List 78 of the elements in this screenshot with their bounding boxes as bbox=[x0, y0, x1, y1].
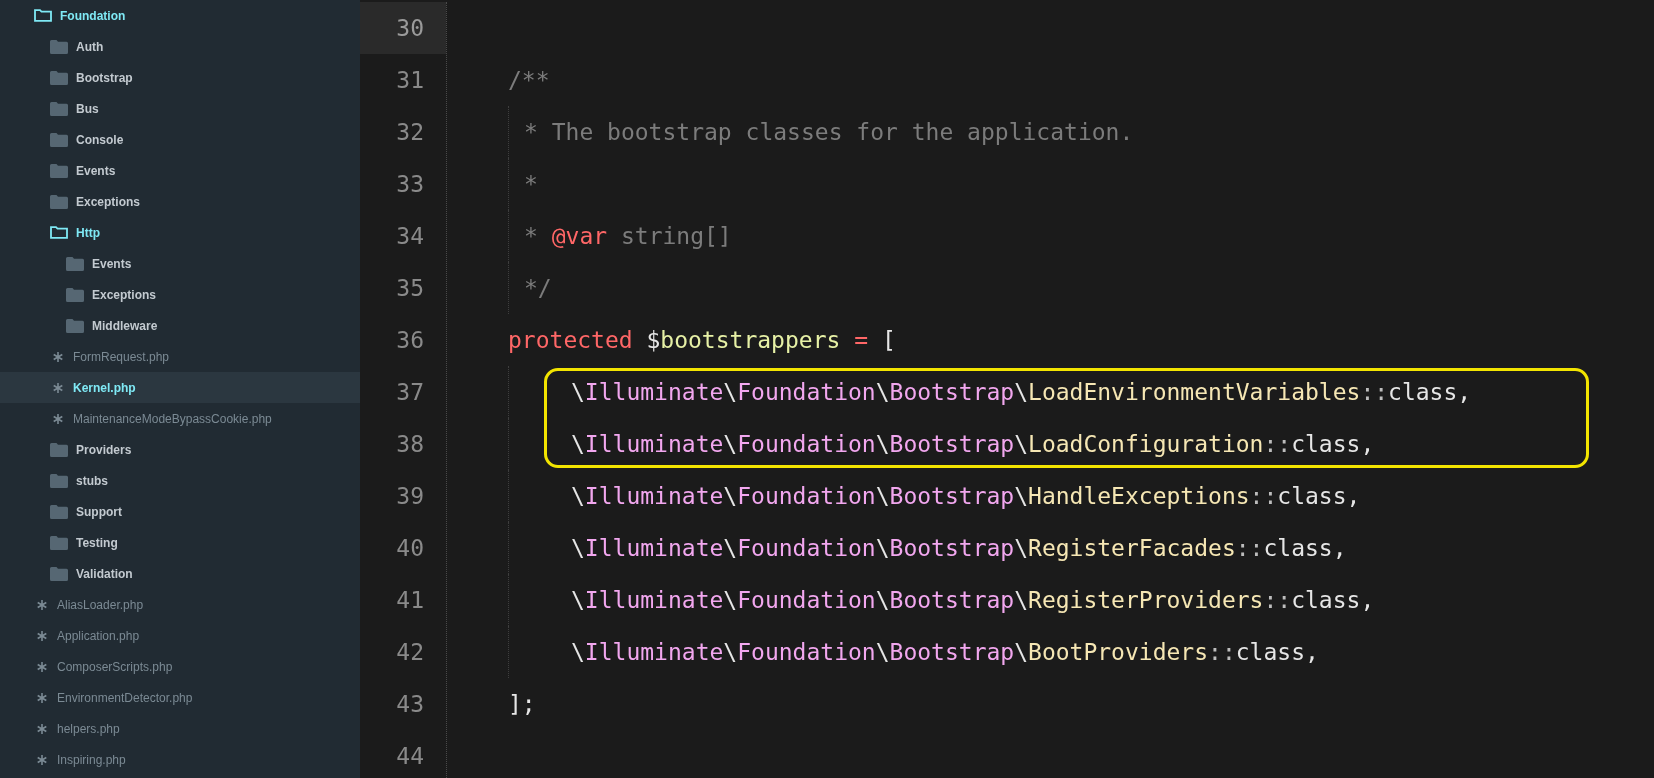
folder-item[interactable]: Middleware bbox=[0, 310, 360, 341]
line-number: 34 bbox=[395, 222, 425, 251]
folder-item[interactable]: Providers bbox=[0, 434, 360, 465]
line-number: 42 bbox=[395, 638, 425, 667]
code-line: \Illuminate\Foundation\Bootstrap\RegisterFacades::class, bbox=[571, 535, 1347, 561]
file-item[interactable]: Kernel.php bbox=[0, 372, 360, 403]
code-line: /** bbox=[508, 67, 550, 93]
folder-icon bbox=[50, 566, 68, 581]
code-line: */ bbox=[524, 275, 552, 301]
folder-item[interactable]: Foundation bbox=[0, 0, 360, 31]
line-number: 30 bbox=[360, 2, 446, 54]
folder-icon bbox=[50, 194, 68, 209]
code-line: \Illuminate\Foundation\Bootstrap\LoadConfiguration::class, bbox=[571, 431, 1375, 457]
folder-item[interactable]: Events bbox=[0, 248, 360, 279]
file-item[interactable]: Inspiring.php bbox=[0, 744, 360, 775]
folder-item[interactable]: Auth bbox=[0, 31, 360, 62]
file-item[interactable]: ComposerScripts.php bbox=[0, 651, 360, 682]
folder-item[interactable]: Exceptions bbox=[0, 279, 360, 310]
code-line: \Illuminate\Foundation\Bootstrap\RegisterProviders::class, bbox=[571, 587, 1375, 613]
folder-icon bbox=[50, 132, 68, 147]
folder-item[interactable]: Support bbox=[0, 496, 360, 527]
folder-item[interactable]: Testing bbox=[0, 527, 360, 558]
line-number: 44 bbox=[395, 742, 425, 771]
folder-icon bbox=[50, 473, 68, 488]
asterisk-icon bbox=[52, 412, 64, 425]
file-item[interactable]: helpers.php bbox=[0, 713, 360, 744]
folder-icon bbox=[50, 101, 68, 116]
code-line: \Illuminate\Foundation\Bootstrap\HandleExceptions::class, bbox=[571, 483, 1361, 509]
folder-icon bbox=[50, 163, 68, 178]
folder-item[interactable]: Bus bbox=[0, 93, 360, 124]
asterisk-icon bbox=[36, 629, 48, 642]
folder-item[interactable]: stubs bbox=[0, 465, 360, 496]
asterisk-icon bbox=[52, 350, 64, 363]
line-number: 31 bbox=[395, 66, 425, 95]
line-number: 43 bbox=[395, 690, 425, 719]
line-number: 32 bbox=[395, 118, 425, 147]
file-item[interactable]: FormRequest.php bbox=[0, 341, 360, 372]
folder-item[interactable]: Events bbox=[0, 155, 360, 186]
folder-icon bbox=[66, 256, 84, 271]
folder-outline-icon bbox=[50, 226, 68, 239]
line-number: 39 bbox=[395, 482, 425, 511]
folder-item[interactable]: Bootstrap bbox=[0, 62, 360, 93]
folder-icon bbox=[50, 535, 68, 550]
folder-icon bbox=[50, 70, 68, 85]
line-number: 38 bbox=[395, 430, 425, 459]
asterisk-icon bbox=[36, 753, 48, 766]
asterisk-icon bbox=[36, 660, 48, 673]
line-number: 33 bbox=[395, 170, 425, 199]
code-line: * bbox=[524, 171, 538, 197]
folder-icon bbox=[50, 442, 68, 457]
folder-icon bbox=[66, 287, 84, 302]
file-item[interactable]: MaintenanceModeBypassCookie.php bbox=[0, 403, 360, 434]
file-item[interactable]: AliasLoader.php bbox=[0, 589, 360, 620]
asterisk-icon bbox=[36, 722, 48, 735]
folder-icon bbox=[50, 39, 68, 54]
line-number: 41 bbox=[395, 586, 425, 615]
asterisk-icon bbox=[36, 598, 48, 611]
code-line: \Illuminate\Foundation\Bootstrap\LoadEnvironmentVariables::class, bbox=[571, 379, 1472, 405]
asterisk-icon bbox=[36, 691, 48, 704]
line-number: 36 bbox=[395, 326, 425, 355]
line-number: 37 bbox=[395, 378, 425, 407]
folder-item[interactable]: Console bbox=[0, 124, 360, 155]
folder-icon bbox=[50, 504, 68, 519]
file-item[interactable]: Application.php bbox=[0, 620, 360, 651]
code-line: \Illuminate\Foundation\Bootstrap\BootProviders::class, bbox=[571, 639, 1319, 665]
code-line: ]; bbox=[508, 691, 536, 717]
folder-item[interactable]: Exceptions bbox=[0, 186, 360, 217]
folder-icon bbox=[66, 318, 84, 333]
code-line: * The bootstrap classes for the application. bbox=[524, 119, 1134, 145]
line-number: 40 bbox=[395, 534, 425, 563]
code-line: protected $bootstrappers = [ bbox=[508, 327, 896, 353]
file-item[interactable]: EnvironmentDetector.php bbox=[0, 682, 360, 713]
line-number: 35 bbox=[395, 274, 425, 303]
folder-item[interactable]: Http bbox=[0, 217, 360, 248]
folder-outline-icon bbox=[34, 9, 52, 22]
asterisk-icon bbox=[52, 381, 64, 394]
code-line: * @var string[] bbox=[524, 223, 732, 249]
folder-item[interactable]: Validation bbox=[0, 558, 360, 589]
